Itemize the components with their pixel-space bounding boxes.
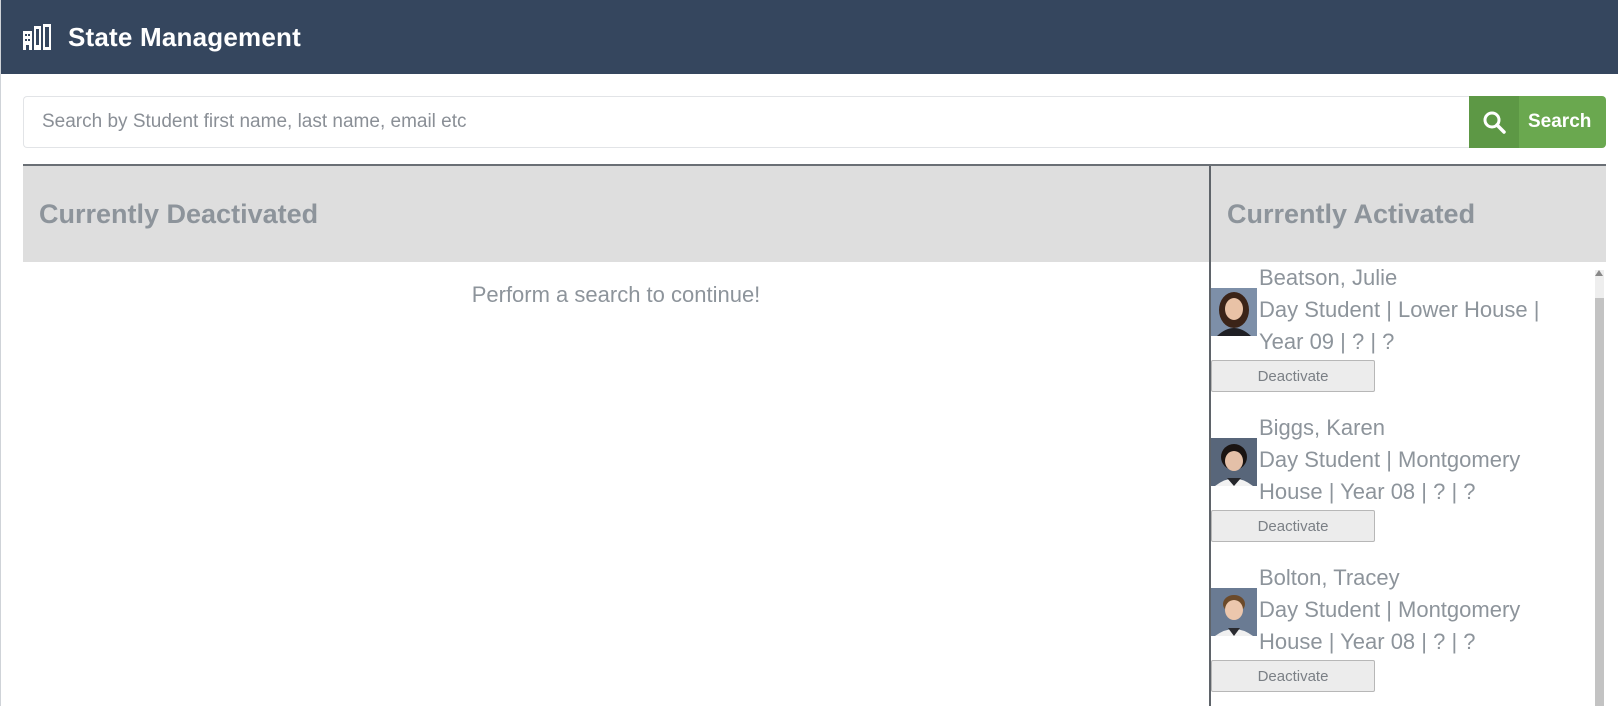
search-bar: Search xyxy=(23,96,1606,148)
student-details: Day Student | Montgomery House | Year 08… xyxy=(1259,597,1521,654)
deactivate-button[interactable]: Deactivate xyxy=(1211,510,1375,542)
deactivated-column: Currently Deactivated Perform a search t… xyxy=(23,166,1209,706)
student-info: Beatson, Julie Day Student | Lower House… xyxy=(1259,262,1559,358)
deactivated-heading: Currently Deactivated xyxy=(23,166,1209,262)
empty-state-message: Perform a search to continue! xyxy=(471,282,761,307)
student-card: Biggs, Karen Day Student | Montgomery Ho… xyxy=(1211,412,1606,562)
search-button[interactable]: Search xyxy=(1469,96,1606,148)
building-icon xyxy=(22,23,52,51)
search-button-label: Search xyxy=(1528,111,1592,132)
student-info: Biggs, Karen Day Student | Montgomery Ho… xyxy=(1259,412,1559,508)
state-panels: Currently Deactivated Perform a search t… xyxy=(23,164,1606,706)
student-photo xyxy=(1211,288,1257,336)
activated-column: Currently Activated Beatson, Julie Day S… xyxy=(1209,166,1606,706)
deactivate-button[interactable]: Deactivate xyxy=(1211,360,1375,392)
student-name: Biggs, Karen xyxy=(1259,415,1385,440)
top-bar: State Management xyxy=(1,0,1618,74)
student-details: Day Student | Montgomery House | Year 08… xyxy=(1259,447,1521,504)
scroll-up-arrow-icon[interactable] xyxy=(1595,270,1603,276)
student-card: Beatson, Julie Day Student | Lower House… xyxy=(1211,262,1606,412)
student-name: Beatson, Julie xyxy=(1259,265,1398,290)
app-window: State Management Search Currently Deacti… xyxy=(0,0,1618,706)
scrollbar-thumb[interactable] xyxy=(1595,298,1604,706)
search-icon xyxy=(1469,96,1519,148)
student-card: Bolton, Tracey Day Student | Montgomery … xyxy=(1211,562,1606,706)
student-info: Bolton, Tracey Day Student | Montgomery … xyxy=(1259,562,1559,658)
deactivate-button[interactable]: Deactivate xyxy=(1211,660,1375,692)
student-photo xyxy=(1211,438,1257,486)
list-scrollbar[interactable] xyxy=(1592,270,1606,706)
activated-student-list[interactable]: Beatson, Julie Day Student | Lower House… xyxy=(1211,262,1606,706)
page-title: State Management xyxy=(68,21,301,52)
student-name: Bolton, Tracey xyxy=(1259,565,1400,590)
student-details: Day Student | Lower House | Year 09 | ? … xyxy=(1259,297,1540,354)
search-input[interactable] xyxy=(23,96,1469,148)
student-photo xyxy=(1211,588,1257,636)
activated-heading: Currently Activated xyxy=(1211,166,1606,262)
